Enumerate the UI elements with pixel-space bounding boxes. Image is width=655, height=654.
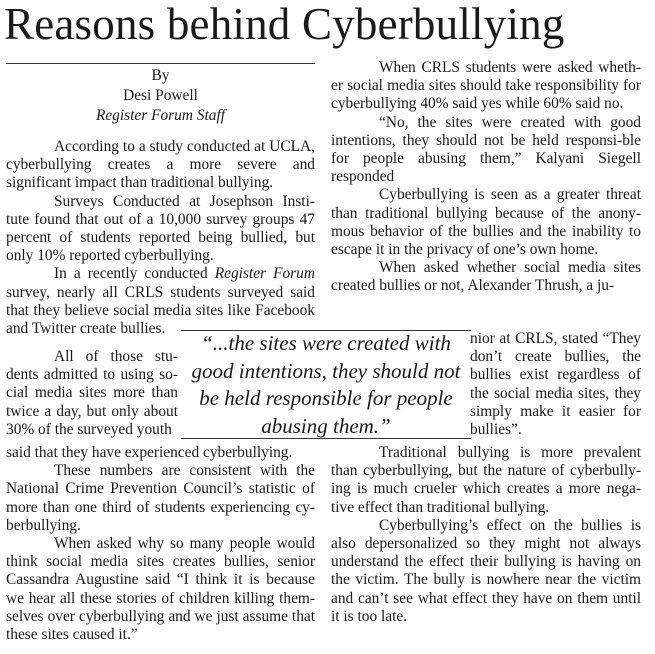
right-column-bottom: Traditional bullying is more prevalent t… — [331, 444, 641, 626]
right-column-top: When CRLS students were asked wheth-er s… — [331, 59, 641, 296]
left-paragraph-6: When asked why so many people would thin… — [6, 535, 315, 644]
right-paragraph-1: When CRLS students were asked wheth-er s… — [331, 59, 641, 113]
byline-staff: Register Forum Staff — [95, 107, 226, 124]
pull-quote-bottom-rule — [181, 438, 471, 439]
byline-by: By — [151, 67, 170, 84]
left-column-wrapped: All of those stu-dents admitted to using… — [6, 348, 178, 439]
left-paragraph-4a: All of those stu-dents admitted to using… — [6, 348, 178, 438]
right-paragraph-6: Cyberbullying’s effect on the bullies is… — [331, 516, 641, 625]
left-paragraph-4b: said that they have experienced cyberbul… — [6, 444, 293, 461]
pull-quote: “...the sites were created with good int… — [191, 331, 461, 438]
headline: Reasons behind Cyberbullying — [4, 0, 565, 49]
left-paragraph-2: Surveys Conducted at Josephson Insti-tut… — [6, 192, 315, 265]
right-paragraph-4b: nior at CRLS, stated “They don’t create … — [470, 330, 641, 439]
left-paragraph-3: In a recently conducted Register Forum s… — [6, 265, 315, 338]
byline: By Desi Powell Register Forum Staff — [6, 66, 315, 126]
byline-author: Desi Powell — [123, 87, 198, 104]
right-paragraph-3: Cyberbullying is seen as a greater threa… — [331, 186, 641, 259]
left-column-bottom: said that they have experienced cyberbul… — [6, 444, 315, 644]
right-column-wrapped: nior at CRLS, stated “They don’t create … — [470, 330, 641, 439]
left-column-top: According to a study conducted at UCLA, … — [6, 138, 315, 338]
left-p3-start: In a recently conducted — [54, 265, 215, 283]
right-paragraph-4a: When asked whether social media sites cr… — [331, 259, 641, 295]
left-paragraph-1: According to a study conducted at UCLA, … — [6, 138, 315, 192]
right-paragraph-2: “No, the sites were created with good in… — [331, 113, 641, 186]
left-p3-italic: Register Forum — [214, 265, 315, 283]
left-paragraph-5: These numbers are consistent with the Na… — [6, 462, 315, 534]
right-paragraph-5: Traditional bullying is more prevalent t… — [331, 444, 641, 516]
byline-rule — [6, 63, 315, 64]
